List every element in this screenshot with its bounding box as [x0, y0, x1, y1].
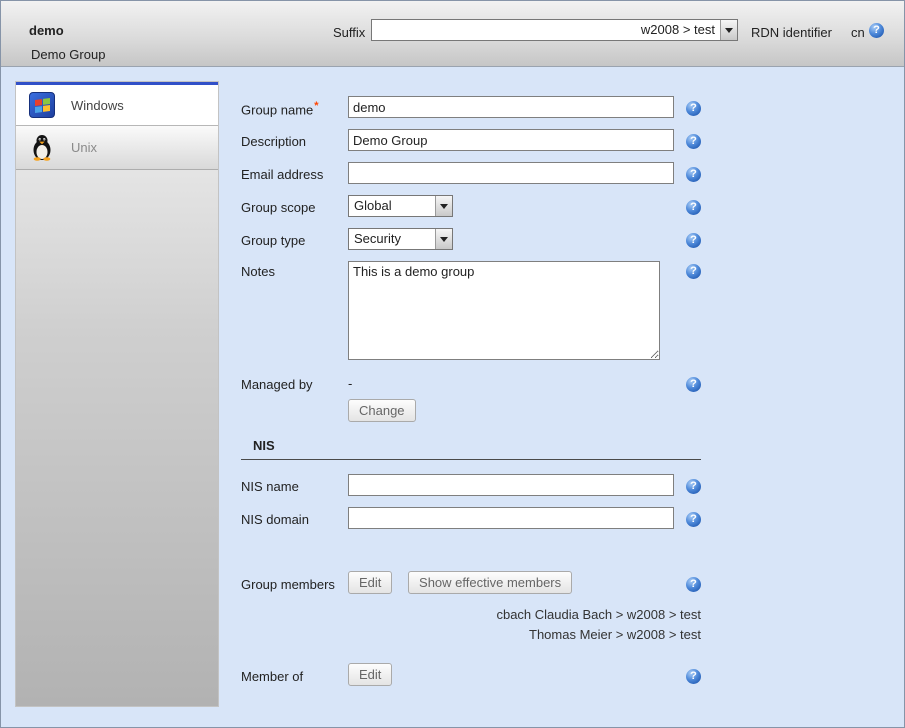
- group-member-item: cbach Claudia Bach > w2008 > test: [241, 605, 701, 625]
- managed-by-value: -: [348, 374, 674, 394]
- page-title: demo: [29, 23, 64, 38]
- rdn-identifier-value: cn: [851, 25, 865, 40]
- nis-domain-input[interactable]: [348, 507, 674, 529]
- nis-domain-label: NIS domain: [241, 509, 348, 527]
- group-type-value: Security: [349, 229, 435, 249]
- help-icon[interactable]: ?: [686, 479, 701, 494]
- chevron-down-icon[interactable]: [720, 20, 737, 40]
- member-of-edit-button[interactable]: Edit: [348, 663, 392, 686]
- chevron-down-icon[interactable]: [435, 229, 452, 249]
- help-icon[interactable]: ?: [686, 167, 701, 182]
- email-input[interactable]: [348, 162, 674, 184]
- form-area: Group name* ? Description ? Email addres…: [241, 81, 721, 697]
- tab-unix[interactable]: Unix: [16, 126, 218, 170]
- description-label: Description: [241, 131, 348, 149]
- help-icon[interactable]: ?: [686, 200, 701, 215]
- member-of-row: Member of Edit ?: [241, 663, 721, 686]
- group-scope-row: Group scope Global ?: [241, 195, 721, 217]
- description-row: Description ?: [241, 129, 721, 151]
- email-row: Email address ?: [241, 162, 721, 184]
- group-scope-value: Global: [349, 196, 435, 216]
- group-type-row: Group type Security ?: [241, 228, 721, 250]
- chevron-down-icon[interactable]: [435, 196, 452, 216]
- nis-name-row: NIS name ?: [241, 474, 721, 496]
- help-icon[interactable]: ?: [686, 512, 701, 527]
- help-icon[interactable]: ?: [686, 577, 701, 592]
- windows-logo-icon: [28, 91, 56, 119]
- help-icon[interactable]: ?: [686, 101, 701, 116]
- email-label: Email address: [241, 164, 348, 182]
- help-icon[interactable]: ?: [869, 23, 884, 38]
- page-subtitle: Demo Group: [31, 47, 105, 62]
- managed-by-label: Managed by: [241, 374, 348, 392]
- group-edit-window: demo Demo Group Suffix w2008 > test RDN …: [0, 0, 905, 728]
- help-icon[interactable]: ?: [686, 233, 701, 248]
- member-of-label: Member of: [241, 666, 348, 684]
- change-button[interactable]: Change: [348, 399, 416, 422]
- notes-textarea[interactable]: This is a demo group: [348, 261, 660, 360]
- group-members-list: cbach Claudia Bach > w2008 > test Thomas…: [241, 605, 701, 645]
- group-scope-label: Group scope: [241, 197, 348, 215]
- tab-windows[interactable]: Windows: [16, 82, 218, 126]
- group-name-label: Group name*: [241, 97, 348, 117]
- help-icon[interactable]: ?: [686, 377, 701, 392]
- group-type-label: Group type: [241, 230, 348, 248]
- help-icon[interactable]: ?: [686, 264, 701, 279]
- tab-windows-label: Windows: [71, 98, 124, 113]
- managed-by-row: Managed by - Change ?: [241, 374, 721, 422]
- notes-label: Notes: [241, 261, 348, 279]
- required-marker: *: [314, 100, 318, 112]
- group-name-input[interactable]: [348, 96, 674, 118]
- suffix-select-value: w2008 > test: [372, 20, 720, 40]
- suffix-select[interactable]: w2008 > test: [371, 19, 738, 41]
- description-input[interactable]: [348, 129, 674, 151]
- group-members-row: Group members Edit Show effective member…: [241, 571, 721, 594]
- group-type-select[interactable]: Security: [348, 228, 453, 250]
- group-scope-select[interactable]: Global: [348, 195, 453, 217]
- suffix-label: Suffix: [333, 25, 365, 40]
- group-name-row: Group name* ?: [241, 96, 721, 118]
- header-bar: demo Demo Group Suffix w2008 > test RDN …: [1, 1, 904, 67]
- tab-unix-label: Unix: [71, 140, 97, 155]
- group-member-item: Thomas Meier > w2008 > test: [241, 625, 701, 645]
- group-members-label: Group members: [241, 574, 348, 592]
- show-effective-members-button[interactable]: Show effective members: [408, 571, 572, 594]
- nis-section-heading: NIS: [241, 438, 701, 460]
- tux-penguin-icon: [28, 134, 56, 162]
- help-icon[interactable]: ?: [686, 134, 701, 149]
- rdn-identifier-label: RDN identifier: [751, 25, 832, 40]
- module-sidebar: Windows Unix: [15, 81, 219, 707]
- notes-row: Notes This is a demo group ?: [241, 261, 721, 363]
- group-members-edit-button[interactable]: Edit: [348, 571, 392, 594]
- nis-name-label: NIS name: [241, 476, 348, 494]
- nis-domain-row: NIS domain ?: [241, 507, 721, 529]
- help-icon[interactable]: ?: [686, 669, 701, 684]
- nis-name-input[interactable]: [348, 474, 674, 496]
